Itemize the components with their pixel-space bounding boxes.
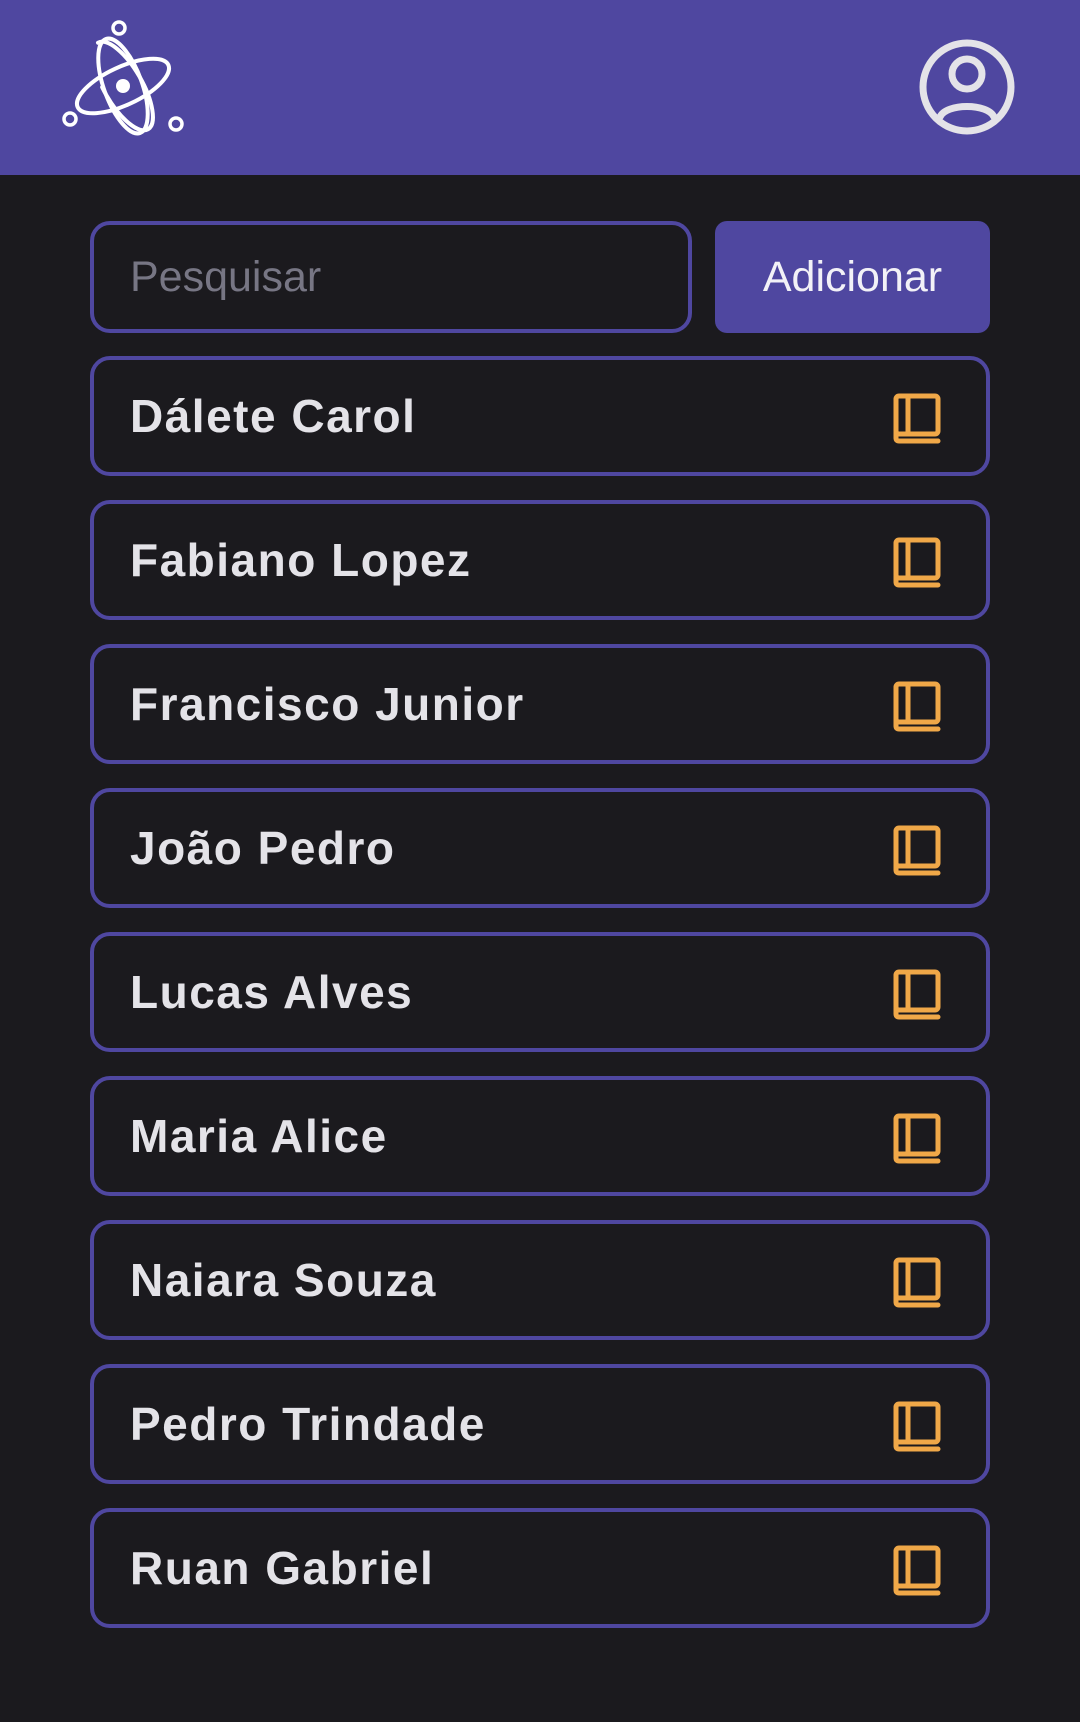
book-icon[interactable] (892, 1400, 942, 1452)
list-item[interactable]: Maria Alice (90, 1076, 990, 1196)
list-item[interactable]: Francisco Junior (90, 644, 990, 764)
list-item-label: Naiara Souza (130, 1254, 437, 1306)
book-icon[interactable] (892, 1112, 942, 1164)
list-item[interactable]: Ruan Gabriel (90, 1508, 990, 1628)
list-item-label: Francisco Junior (130, 678, 525, 730)
add-button[interactable]: Adicionar (715, 221, 990, 333)
list-item[interactable]: João Pedro (90, 788, 990, 908)
list-item-label: Dálete Carol (130, 390, 417, 442)
book-icon[interactable] (892, 824, 942, 876)
book-icon[interactable] (892, 680, 942, 732)
list-item[interactable]: Dálete Carol (90, 356, 990, 476)
list-item-label: Pedro Trindade (130, 1398, 486, 1450)
list-item[interactable]: Naiara Souza (90, 1220, 990, 1340)
list-item-label: Maria Alice (130, 1110, 388, 1162)
book-icon[interactable] (892, 392, 942, 444)
list-item[interactable]: Fabiano Lopez (90, 500, 990, 620)
user-circle-icon[interactable] (918, 38, 1016, 136)
app-header (0, 0, 1080, 175)
book-icon[interactable] (892, 536, 942, 588)
search-input[interactable] (90, 221, 692, 333)
people-list: Dálete Carol Fabiano Lopez Francisco Junio… (90, 356, 990, 1652)
book-icon[interactable] (892, 1544, 942, 1596)
list-item-label: Ruan Gabriel (130, 1542, 435, 1594)
list-item[interactable]: Pedro Trindade (90, 1364, 990, 1484)
list-item-label: Fabiano Lopez (130, 534, 472, 586)
book-icon[interactable] (892, 1256, 942, 1308)
book-icon[interactable] (892, 968, 942, 1020)
list-item-label: João Pedro (130, 822, 396, 874)
search-toolbar: Adicionar (90, 221, 990, 333)
atom-icon (62, 20, 184, 136)
list-item[interactable]: Lucas Alves (90, 932, 990, 1052)
list-item-label: Lucas Alves (130, 966, 414, 1018)
